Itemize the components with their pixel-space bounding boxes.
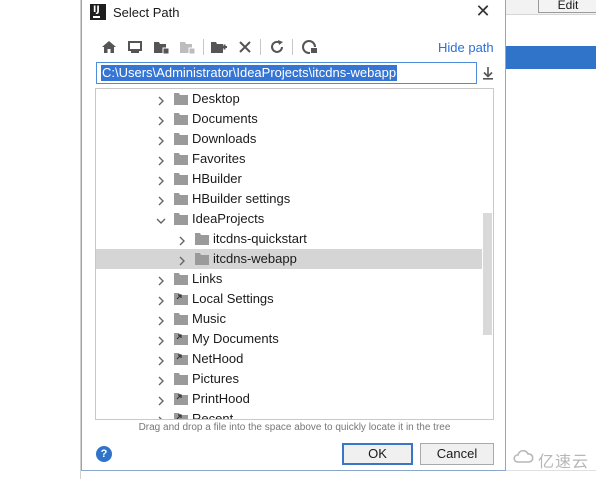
chevron-right-icon[interactable] <box>156 414 166 419</box>
folder-shortcut-icon <box>174 353 188 365</box>
tree-item-label: NetHood <box>192 351 244 366</box>
dialog-title: Select Path <box>113 5 180 20</box>
tree-item-label: HBuilder <box>192 171 242 186</box>
tree-item[interactable]: IdeaProjects <box>96 209 482 229</box>
chevron-right-icon[interactable] <box>156 354 166 366</box>
tree-item[interactable]: Downloads <box>96 129 482 149</box>
tree-item[interactable]: HBuilder settings <box>96 189 482 209</box>
tree-item-label: Downloads <box>192 131 257 146</box>
desktop-icon[interactable] <box>126 38 144 56</box>
folder-shortcut-icon <box>174 393 188 405</box>
file-tree[interactable]: Desktop Documents Downloads Favorites HBuild… <box>95 88 494 420</box>
tree-item[interactable]: Favorites <box>96 149 482 169</box>
folder-icon <box>174 173 188 185</box>
intellij-icon: IJ <box>90 4 106 20</box>
cancel-button[interactable]: Cancel <box>420 443 494 465</box>
toolbar-separator <box>292 39 293 55</box>
watermark: 亿速云 <box>512 446 596 471</box>
tree-item[interactable]: itcdns-webapp <box>96 249 482 269</box>
tree-scrollbar[interactable] <box>483 213 492 335</box>
tree-item-label: HBuilder settings <box>192 191 291 206</box>
help-icon[interactable]: ? <box>96 446 112 462</box>
toolbar-separator <box>203 39 204 55</box>
tree-item[interactable]: HBuilder <box>96 169 482 189</box>
path-input-selected-text: C:\Users\Administrator\IdeaProjects\itcd… <box>101 65 398 81</box>
folder-icon <box>195 233 209 245</box>
background-selection-bar <box>506 46 596 69</box>
toolbar: Hide path <box>96 36 496 58</box>
folder-shortcut-icon <box>174 333 188 345</box>
folder-icon <box>174 93 188 105</box>
chevron-right-icon[interactable] <box>177 234 187 246</box>
new-folder-icon[interactable] <box>210 38 228 56</box>
chevron-right-icon[interactable] <box>156 154 166 166</box>
project-folder-icon[interactable] <box>152 38 170 56</box>
tree-item[interactable]: itcdns-quickstart <box>96 229 482 249</box>
chevron-right-icon[interactable] <box>156 274 166 286</box>
tree-item-label: PrintHood <box>192 391 250 406</box>
chevron-right-icon[interactable] <box>156 94 166 106</box>
folder-icon <box>174 313 188 325</box>
chevron-right-icon[interactable] <box>156 114 166 126</box>
folder-icon <box>174 193 188 205</box>
tree-item-label: Desktop <box>192 91 240 106</box>
watermark-text: 亿速云 <box>538 452 590 471</box>
folder-icon <box>174 273 188 285</box>
hide-path-link[interactable]: Hide path <box>438 40 494 55</box>
cloud-logo-icon <box>513 449 534 463</box>
tree-item[interactable]: Local Settings <box>96 289 482 309</box>
tree-item-label: Favorites <box>192 151 246 166</box>
folder-icon <box>174 153 188 165</box>
tree-item-label: Music <box>192 311 226 326</box>
background-edit-button[interactable]: Edit <box>538 0 596 13</box>
select-path-dialog: IJ Select Path ✕ Hide path C:\Users\Admi… <box>81 0 506 471</box>
tree-item[interactable]: Pictures <box>96 369 482 389</box>
chevron-right-icon[interactable] <box>156 294 166 306</box>
tree-item-label: Pictures <box>192 371 239 386</box>
tree-item[interactable]: Desktop <box>96 89 482 109</box>
refresh-icon[interactable] <box>268 38 286 56</box>
tree-item-label: Local Settings <box>192 291 274 306</box>
tree-item-label: Links <box>192 271 223 286</box>
download-icon[interactable] <box>479 64 497 82</box>
chevron-right-icon[interactable] <box>156 394 166 406</box>
title-bar: IJ Select Path ✕ <box>82 0 505 24</box>
drag-drop-hint: Drag and drop a file into the space abov… <box>138 422 451 433</box>
folder-icon <box>174 213 188 225</box>
tree-item[interactable]: PrintHood <box>96 389 482 409</box>
chevron-right-icon[interactable] <box>156 334 166 346</box>
show-hidden-icon[interactable] <box>301 38 319 56</box>
delete-icon[interactable] <box>236 38 254 56</box>
home-icon[interactable] <box>100 38 118 56</box>
tree-item-label: Recent <box>192 411 234 420</box>
folder-shortcut-icon <box>174 293 188 305</box>
tree-item[interactable]: My Documents <box>96 329 482 349</box>
tree-item-label: Documents <box>192 111 258 126</box>
chevron-right-icon[interactable] <box>156 314 166 326</box>
chevron-right-icon[interactable] <box>156 174 166 186</box>
close-icon[interactable]: ✕ <box>474 2 492 20</box>
ok-button[interactable]: OK <box>342 443 413 465</box>
tree-item[interactable]: Documents <box>96 109 482 129</box>
tree-item[interactable]: NetHood <box>96 349 482 369</box>
toolbar-separator <box>260 39 261 55</box>
tree-item-label: itcdns-quickstart <box>213 231 307 246</box>
folder-icon <box>195 253 209 265</box>
module-folder-icon[interactable] <box>178 38 196 56</box>
chevron-right-icon[interactable] <box>177 254 187 266</box>
folder-icon <box>174 113 188 125</box>
folder-icon <box>174 133 188 145</box>
chevron-right-icon[interactable] <box>156 374 166 386</box>
tree-item[interactable]: Music <box>96 309 482 329</box>
folder-icon <box>174 373 188 385</box>
tree-item-label: My Documents <box>192 331 279 346</box>
chevron-right-icon[interactable] <box>156 194 166 206</box>
tree-item-label: itcdns-webapp <box>213 251 297 266</box>
tree-item[interactable]: Links <box>96 269 482 289</box>
chevron-right-icon[interactable] <box>156 134 166 146</box>
tree-item[interactable]: Recent <box>96 409 482 420</box>
chevron-down-icon[interactable] <box>156 214 166 224</box>
folder-shortcut-icon <box>174 413 188 419</box>
tree-item-label: IdeaProjects <box>192 211 265 226</box>
